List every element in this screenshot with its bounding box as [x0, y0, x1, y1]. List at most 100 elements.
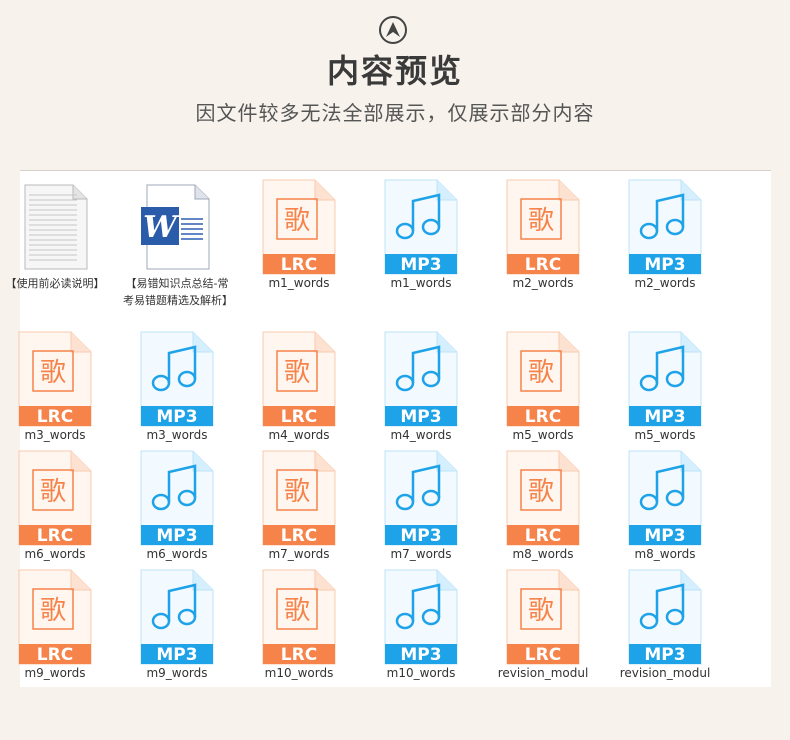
file-name: m1_words	[390, 276, 452, 290]
mp3-file-icon: MP3	[625, 331, 705, 427]
svg-text:歌: 歌	[528, 596, 554, 626]
file-item[interactable]: MP3 m3_words	[123, 331, 231, 443]
svg-text:LRC: LRC	[525, 255, 561, 275]
lrc-file-icon: 歌 LRC	[15, 450, 95, 546]
lrc-file-icon: 歌 LRC	[259, 179, 339, 275]
file-item[interactable]: 歌 LRC m4_words	[245, 331, 353, 443]
svg-text:LRC: LRC	[37, 526, 73, 546]
lrc-file-icon: 歌 LRC	[503, 450, 583, 546]
svg-text:MP3: MP3	[156, 407, 197, 427]
mp3-file-icon: MP3	[137, 331, 217, 427]
mp3-file-icon: MP3	[625, 569, 705, 665]
file-name: revision_modul	[619, 666, 711, 680]
file-item[interactable]: 歌 LRC m10_words	[245, 569, 353, 681]
mp3-file-icon: MP3	[381, 331, 461, 427]
svg-text:MP3: MP3	[644, 645, 685, 665]
svg-text:MP3: MP3	[644, 407, 685, 427]
file-item[interactable]: MP3 m4_words	[367, 331, 475, 443]
file-item[interactable]: MP3 revision_modul	[611, 569, 719, 681]
lrc-file-icon: 歌 LRC	[15, 331, 95, 427]
mp3-file-icon: MP3	[137, 569, 217, 665]
file-grid: 【使用前必读说明】 W 【易错知识点总结-常考易错题精选及解析】 歌 LRC m…	[6, 171, 771, 687]
mp3-file-icon: MP3	[137, 450, 217, 546]
file-item[interactable]: 歌 LRC m8_words	[489, 450, 597, 562]
svg-text:LRC: LRC	[525, 526, 561, 546]
lrc-file-icon: 歌 LRC	[259, 331, 339, 427]
page-subtitle: 因文件较多无法全部展示，仅展示部分内容	[195, 101, 595, 125]
file-item[interactable]: MP3 m8_words	[611, 450, 719, 562]
mp3-file-icon: MP3	[625, 179, 705, 275]
file-item[interactable]: 歌 LRC revision_modul	[489, 569, 597, 681]
svg-text:MP3: MP3	[400, 255, 441, 275]
file-item[interactable]: MP3 m7_words	[367, 450, 475, 562]
svg-text:歌: 歌	[40, 477, 66, 507]
file-name: m2_words	[634, 276, 696, 290]
file-item[interactable]: 歌 LRC m2_words	[489, 179, 597, 291]
file-name: m5_words	[512, 428, 574, 442]
file-name: m6_words	[24, 547, 86, 561]
svg-text:歌: 歌	[40, 358, 66, 388]
svg-text:歌: 歌	[40, 596, 66, 626]
file-item[interactable]: MP3 m6_words	[123, 450, 231, 562]
svg-text:LRC: LRC	[525, 645, 561, 665]
file-item[interactable]: MP3 m10_words	[367, 569, 475, 681]
svg-text:MP3: MP3	[400, 407, 441, 427]
svg-text:LRC: LRC	[281, 407, 317, 427]
file-name: m10_words	[264, 666, 334, 680]
file-name: m4_words	[268, 428, 330, 442]
svg-text:LRC: LRC	[281, 526, 317, 546]
svg-text:歌: 歌	[528, 358, 554, 388]
file-name: m9_words	[24, 666, 86, 680]
file-name: 【使用前必读说明】	[5, 277, 105, 290]
file-item[interactable]: 歌 LRC m3_words	[1, 331, 109, 443]
svg-text:歌: 歌	[284, 477, 310, 507]
svg-text:MP3: MP3	[156, 526, 197, 546]
file-item[interactable]: MP3 m9_words	[123, 569, 231, 681]
text-document-icon	[15, 179, 95, 275]
file-item[interactable]: 歌 LRC m1_words	[245, 179, 353, 291]
lrc-file-icon: 歌 LRC	[15, 569, 95, 665]
file-name: 【易错知识点总结-常考易错题精选及解析】	[123, 277, 231, 307]
file-name: revision_modul	[497, 666, 589, 680]
svg-text:歌: 歌	[284, 358, 310, 388]
svg-text:LRC: LRC	[37, 645, 73, 665]
svg-text:歌: 歌	[284, 596, 310, 626]
scroll-up-icon[interactable]	[379, 16, 407, 44]
svg-text:LRC: LRC	[281, 255, 317, 275]
file-name: m7_words	[390, 547, 452, 561]
file-name: m9_words	[146, 666, 208, 680]
file-item[interactable]: 歌 LRC m5_words	[489, 331, 597, 443]
svg-text:LRC: LRC	[281, 645, 317, 665]
mp3-file-icon: MP3	[625, 450, 705, 546]
file-item[interactable]: MP3 m5_words	[611, 331, 719, 443]
svg-text:歌: 歌	[284, 206, 310, 236]
lrc-file-icon: 歌 LRC	[503, 569, 583, 665]
file-item[interactable]: W 【易错知识点总结-常考易错题精选及解析】	[123, 179, 231, 309]
svg-text:W: W	[143, 210, 180, 245]
file-name: m1_words	[268, 276, 330, 290]
word-document-icon: W	[137, 179, 217, 275]
file-item[interactable]: 歌 LRC m7_words	[245, 450, 353, 562]
preview-header: 内容预览 因文件较多无法全部展示，仅展示部分内容	[0, 0, 790, 170]
file-name: m3_words	[146, 428, 208, 442]
mp3-file-icon: MP3	[381, 450, 461, 546]
lrc-file-icon: 歌 LRC	[503, 179, 583, 275]
file-item[interactable]: MP3 m2_words	[611, 179, 719, 291]
file-name: m7_words	[268, 547, 330, 561]
file-item[interactable]: MP3 m1_words	[367, 179, 475, 291]
file-name: m8_words	[634, 547, 696, 561]
lrc-file-icon: 歌 LRC	[259, 450, 339, 546]
svg-text:MP3: MP3	[400, 526, 441, 546]
file-name: m10_words	[386, 666, 456, 680]
svg-text:MP3: MP3	[644, 255, 685, 275]
svg-text:歌: 歌	[528, 206, 554, 236]
svg-text:MP3: MP3	[644, 526, 685, 546]
file-item[interactable]: 【使用前必读说明】	[1, 179, 109, 292]
lrc-file-icon: 歌 LRC	[503, 331, 583, 427]
file-item[interactable]: 歌 LRC m9_words	[1, 569, 109, 681]
file-name: m5_words	[634, 428, 696, 442]
file-name: m4_words	[390, 428, 452, 442]
svg-text:LRC: LRC	[37, 407, 73, 427]
svg-text:歌: 歌	[528, 477, 554, 507]
file-item[interactable]: 歌 LRC m6_words	[1, 450, 109, 562]
